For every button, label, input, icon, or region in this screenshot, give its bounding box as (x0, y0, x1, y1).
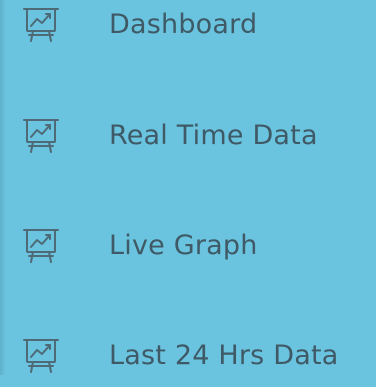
presentation-chart-icon (20, 115, 62, 155)
sidebar-item-label: Last 24 Hrs Data (109, 339, 339, 371)
presentation-chart-icon (20, 4, 62, 44)
sidebar-item-last-24-hrs-data[interactable]: Last 24 Hrs Data (0, 323, 376, 387)
sidebar-item-live-graph[interactable]: Live Graph (0, 213, 376, 277)
sidebar-item-real-time-data[interactable]: Real Time Data (0, 103, 376, 167)
presentation-chart-icon (20, 335, 62, 375)
sidebar-item-dashboard[interactable]: Dashboard (0, 0, 376, 56)
sidebar-item-label: Dashboard (109, 8, 258, 40)
sidebar-item-label: Real Time Data (109, 119, 318, 151)
presentation-chart-icon (20, 225, 62, 265)
sidebar-item-label: Live Graph (109, 229, 258, 261)
sidebar-nav: Dashboard Real Time Data Live Graph Last… (0, 0, 376, 375)
